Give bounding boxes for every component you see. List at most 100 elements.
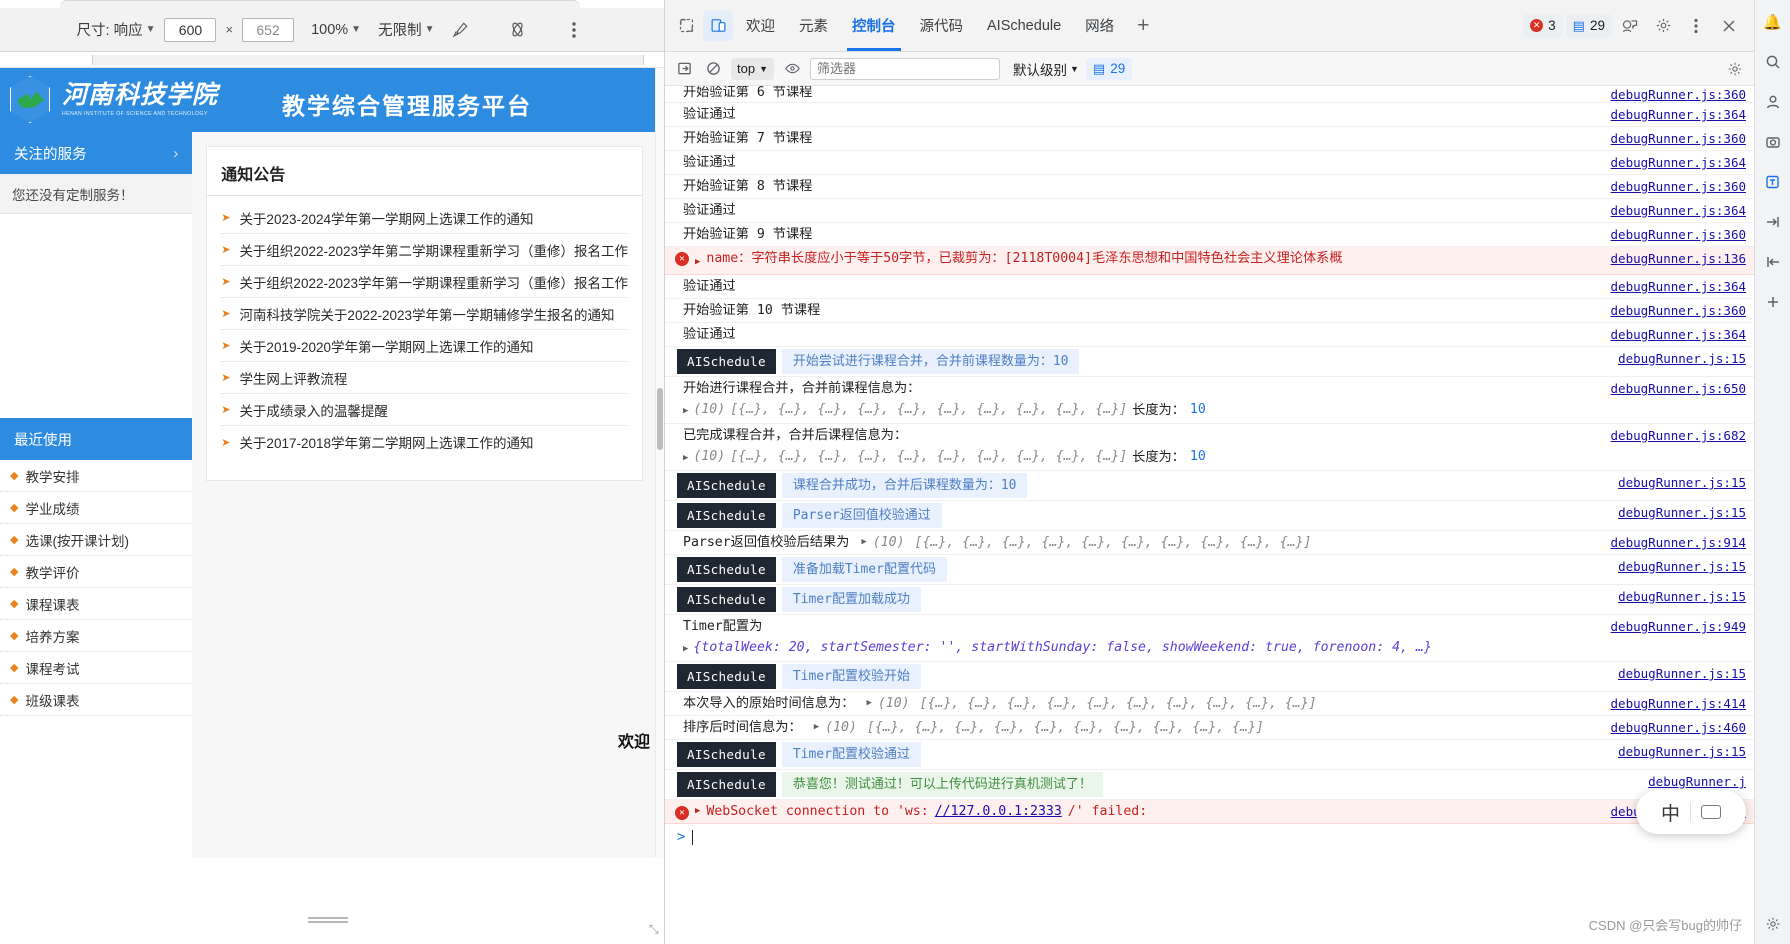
source-link[interactable]: debugRunner.js:364	[1611, 105, 1746, 124]
more-vertical-icon[interactable]	[1681, 11, 1711, 41]
error-count-badge[interactable]: ✕ 3	[1523, 13, 1563, 38]
viewport-resize-corner[interactable]: ⤡	[649, 922, 663, 936]
source-link[interactable]: debugRunner.js:15	[1618, 473, 1746, 492]
list-item[interactable]: ➤ 关于2017-2018学年第二学期网上选课工作的通知	[221, 426, 628, 458]
expand-triangle-icon[interactable]: ▶	[683, 640, 688, 659]
console-row[interactable]: 开始验证第 7 节课程 debugRunner.js:360	[665, 127, 1754, 151]
sidebar-item-course-selection[interactable]: ◆ 选课(按开课计划)	[0, 524, 193, 556]
add-panel-button[interactable]: +	[1127, 14, 1159, 38]
expand-triangle-icon[interactable]: ▶	[695, 253, 700, 272]
source-link[interactable]: debugRunner.js:682	[1611, 426, 1746, 445]
device-toolbar-icon[interactable]	[703, 10, 733, 41]
console-tagged-row[interactable]: AISchedule Timer配置校验开始 debugRunner.js:15	[665, 662, 1754, 692]
console-sidebar-icon[interactable]	[673, 58, 695, 80]
source-link[interactable]: debugRunner.js:650	[1611, 379, 1746, 398]
clear-console-icon[interactable]	[702, 58, 724, 80]
expand-triangle-icon[interactable]: ▶	[814, 718, 819, 737]
scrollbar-thumb[interactable]	[657, 388, 663, 450]
console-row[interactable]: 开始验证第 8 节课程 debugRunner.js:360	[665, 175, 1754, 199]
expand-triangle-icon[interactable]: ▶	[861, 533, 866, 552]
settings-gear-icon[interactable]	[1648, 11, 1678, 41]
keyboard-icon[interactable]	[1701, 805, 1721, 819]
source-link[interactable]: debugRunner.js:360	[1611, 129, 1746, 148]
console-row[interactable]: 验证通过 debugRunner.js:364	[665, 323, 1754, 347]
viewport-height-input[interactable]	[242, 17, 295, 42]
tab-elements[interactable]: 元素	[788, 1, 839, 51]
sidebar-item-course-schedule[interactable]: ◆ 课程课表	[0, 588, 193, 620]
console-settings-icon[interactable]	[1724, 58, 1746, 80]
ime-indicator[interactable]: 中	[1636, 790, 1746, 834]
websocket-url-link[interactable]: //127.0.0.1:2333	[935, 802, 1062, 821]
console-tagged-row[interactable]: AISchedule 恭喜您！测试通过！可以上传代码进行真机测试了！ debug…	[665, 770, 1754, 800]
source-link[interactable]: debugRunner.js:360	[1611, 225, 1746, 244]
console-level-select[interactable]: 默认级别 ▼	[1013, 59, 1079, 79]
tab-sources[interactable]: 源代码	[909, 1, 975, 51]
console-array-row[interactable]: 已完成课程合并，合并后课程信息为： ▶ (10) [{…}, {…}, {…},…	[665, 424, 1754, 471]
notification-bell-icon[interactable]: 🔔	[1761, 10, 1785, 34]
inspect-element-icon[interactable]	[671, 11, 701, 41]
console-tagged-row[interactable]: AISchedule 课程合并成功，合并后课程数量为：10 debugRunne…	[665, 471, 1754, 501]
message-count-badge[interactable]: ▤ 29	[1565, 13, 1612, 38]
console-filter-input[interactable]	[810, 57, 1000, 80]
console-tagged-row[interactable]: AISchedule Timer配置加载成功 debugRunner.js:15	[665, 585, 1754, 615]
list-item[interactable]: ➤ 关于组织2022-2023学年第一学期课程重新学习（重修）报名工作	[221, 266, 628, 298]
user-profile-icon[interactable]	[1761, 90, 1785, 114]
list-item[interactable]: ➤ 学生网上评教流程	[221, 362, 628, 394]
console-row[interactable]: 验证通过 debugRunner.js:364	[665, 275, 1754, 299]
console-message-list[interactable]: 开始验证第 6 节课程 debugRunner.js:360 验证通过 debu…	[665, 86, 1754, 944]
console-row[interactable]: 验证通过 debugRunner.js:364	[665, 151, 1754, 175]
list-item[interactable]: ➤ 关于成绩录入的温馨提醒	[221, 394, 628, 426]
list-item[interactable]: ➤ 关于组织2022-2023学年第二学期课程重新学习（重修）报名工作	[221, 234, 628, 266]
source-link[interactable]: debugRunner.js:414	[1611, 694, 1746, 713]
source-link[interactable]: debugRunner.js:15	[1618, 742, 1746, 761]
source-link[interactable]: debugRunner.js:360	[1611, 177, 1746, 196]
expand-triangle-icon[interactable]: ▶	[683, 402, 688, 421]
arrow-out-rail-icon[interactable]	[1761, 250, 1785, 274]
source-link[interactable]: debugRunner.js:364	[1611, 325, 1746, 344]
console-tagged-row[interactable]: AISchedule Parser返回值校验通过 debugRunner.js:…	[665, 501, 1754, 531]
source-link[interactable]: debugRunner.j	[1648, 772, 1746, 791]
zoom-select[interactable]: 100% ▼	[311, 22, 361, 38]
source-link[interactable]: debugRunner.js:914	[1611, 533, 1746, 552]
search-rail-icon[interactable]	[1761, 50, 1785, 74]
console-array-row[interactable]: 排序后时间信息为： ▶ (10) [{…}, {…}, {…}, {…}, {……	[665, 716, 1754, 740]
source-link[interactable]: debugRunner.js:15	[1618, 349, 1746, 368]
console-tagged-row[interactable]: AISchedule Timer配置校验通过 debugRunner.js:15	[665, 740, 1754, 770]
live-expression-icon[interactable]	[781, 58, 803, 80]
filtered-message-count-badge[interactable]: ▤ 29	[1085, 57, 1133, 80]
console-row[interactable]: 开始验证第 6 节课程 debugRunner.js:360	[665, 86, 1754, 103]
console-array-row[interactable]: 本次导入的原始时间信息为： ▶ (10) [{…}, {…}, {…}, {…}…	[665, 692, 1754, 716]
capture-rail-icon[interactable]	[1761, 130, 1785, 154]
source-link[interactable]: debugRunner.js:460	[1611, 718, 1746, 737]
console-row[interactable]: 验证通过 debugRunner.js:364	[665, 103, 1754, 127]
arrow-in-rail-icon[interactable]	[1761, 210, 1785, 234]
source-link[interactable]: debugRunner.js:360	[1611, 301, 1746, 320]
console-row[interactable]: 开始验证第 9 节课程 debugRunner.js:360	[665, 223, 1754, 247]
sidebar-item-class-schedule[interactable]: ◆ 班级课表	[0, 684, 193, 716]
settings-rail-icon[interactable]	[1761, 912, 1785, 936]
tab-console[interactable]: 控制台	[841, 1, 907, 51]
sidebar-item-training-plan[interactable]: ◆ 培养方案	[0, 620, 193, 652]
source-link[interactable]: debugRunner.js:15	[1618, 587, 1746, 606]
expand-triangle-icon[interactable]: ▶	[695, 802, 700, 821]
source-link[interactable]: debugRunner.js:15	[1618, 503, 1746, 522]
viewport-resize-handle[interactable]	[0, 906, 655, 934]
source-link[interactable]: debugRunner.js:364	[1611, 201, 1746, 220]
tab-welcome[interactable]: 欢迎	[735, 1, 786, 51]
console-row[interactable]: 开始验证第 10 节课程 debugRunner.js:360	[665, 299, 1754, 323]
viewport-width-input[interactable]	[164, 17, 217, 42]
source-link[interactable]: debugRunner.js:360	[1611, 88, 1746, 102]
console-object-row[interactable]: Timer配置为 ▶ {totalWeek: 20, startSemester…	[665, 615, 1754, 662]
source-link[interactable]: debugRunner.js:136	[1611, 249, 1746, 268]
expand-triangle-icon[interactable]: ▶	[866, 694, 871, 713]
tab-network[interactable]: 网络	[1074, 1, 1125, 51]
viewport-vertical-scrollbar[interactable]	[655, 68, 664, 858]
sidebar-item-grades[interactable]: ◆ 学业成绩	[0, 492, 193, 524]
remote-devices-icon[interactable]	[1615, 11, 1645, 41]
list-item[interactable]: ➤ 关于2023-2024学年第一学期网上选课工作的通知	[221, 202, 628, 234]
console-tagged-row[interactable]: AISchedule 准备加载Timer配置代码 debugRunner.js:…	[665, 555, 1754, 585]
source-link[interactable]: debugRunner.js:15	[1618, 557, 1746, 576]
console-row[interactable]: 验证通过 debugRunner.js:364	[665, 199, 1754, 223]
source-link[interactable]: debugRunner.js:949	[1611, 617, 1746, 636]
console-tagged-row[interactable]: AISchedule 开始尝试进行课程合并，合并前课程数量为：10 debugR…	[665, 347, 1754, 377]
